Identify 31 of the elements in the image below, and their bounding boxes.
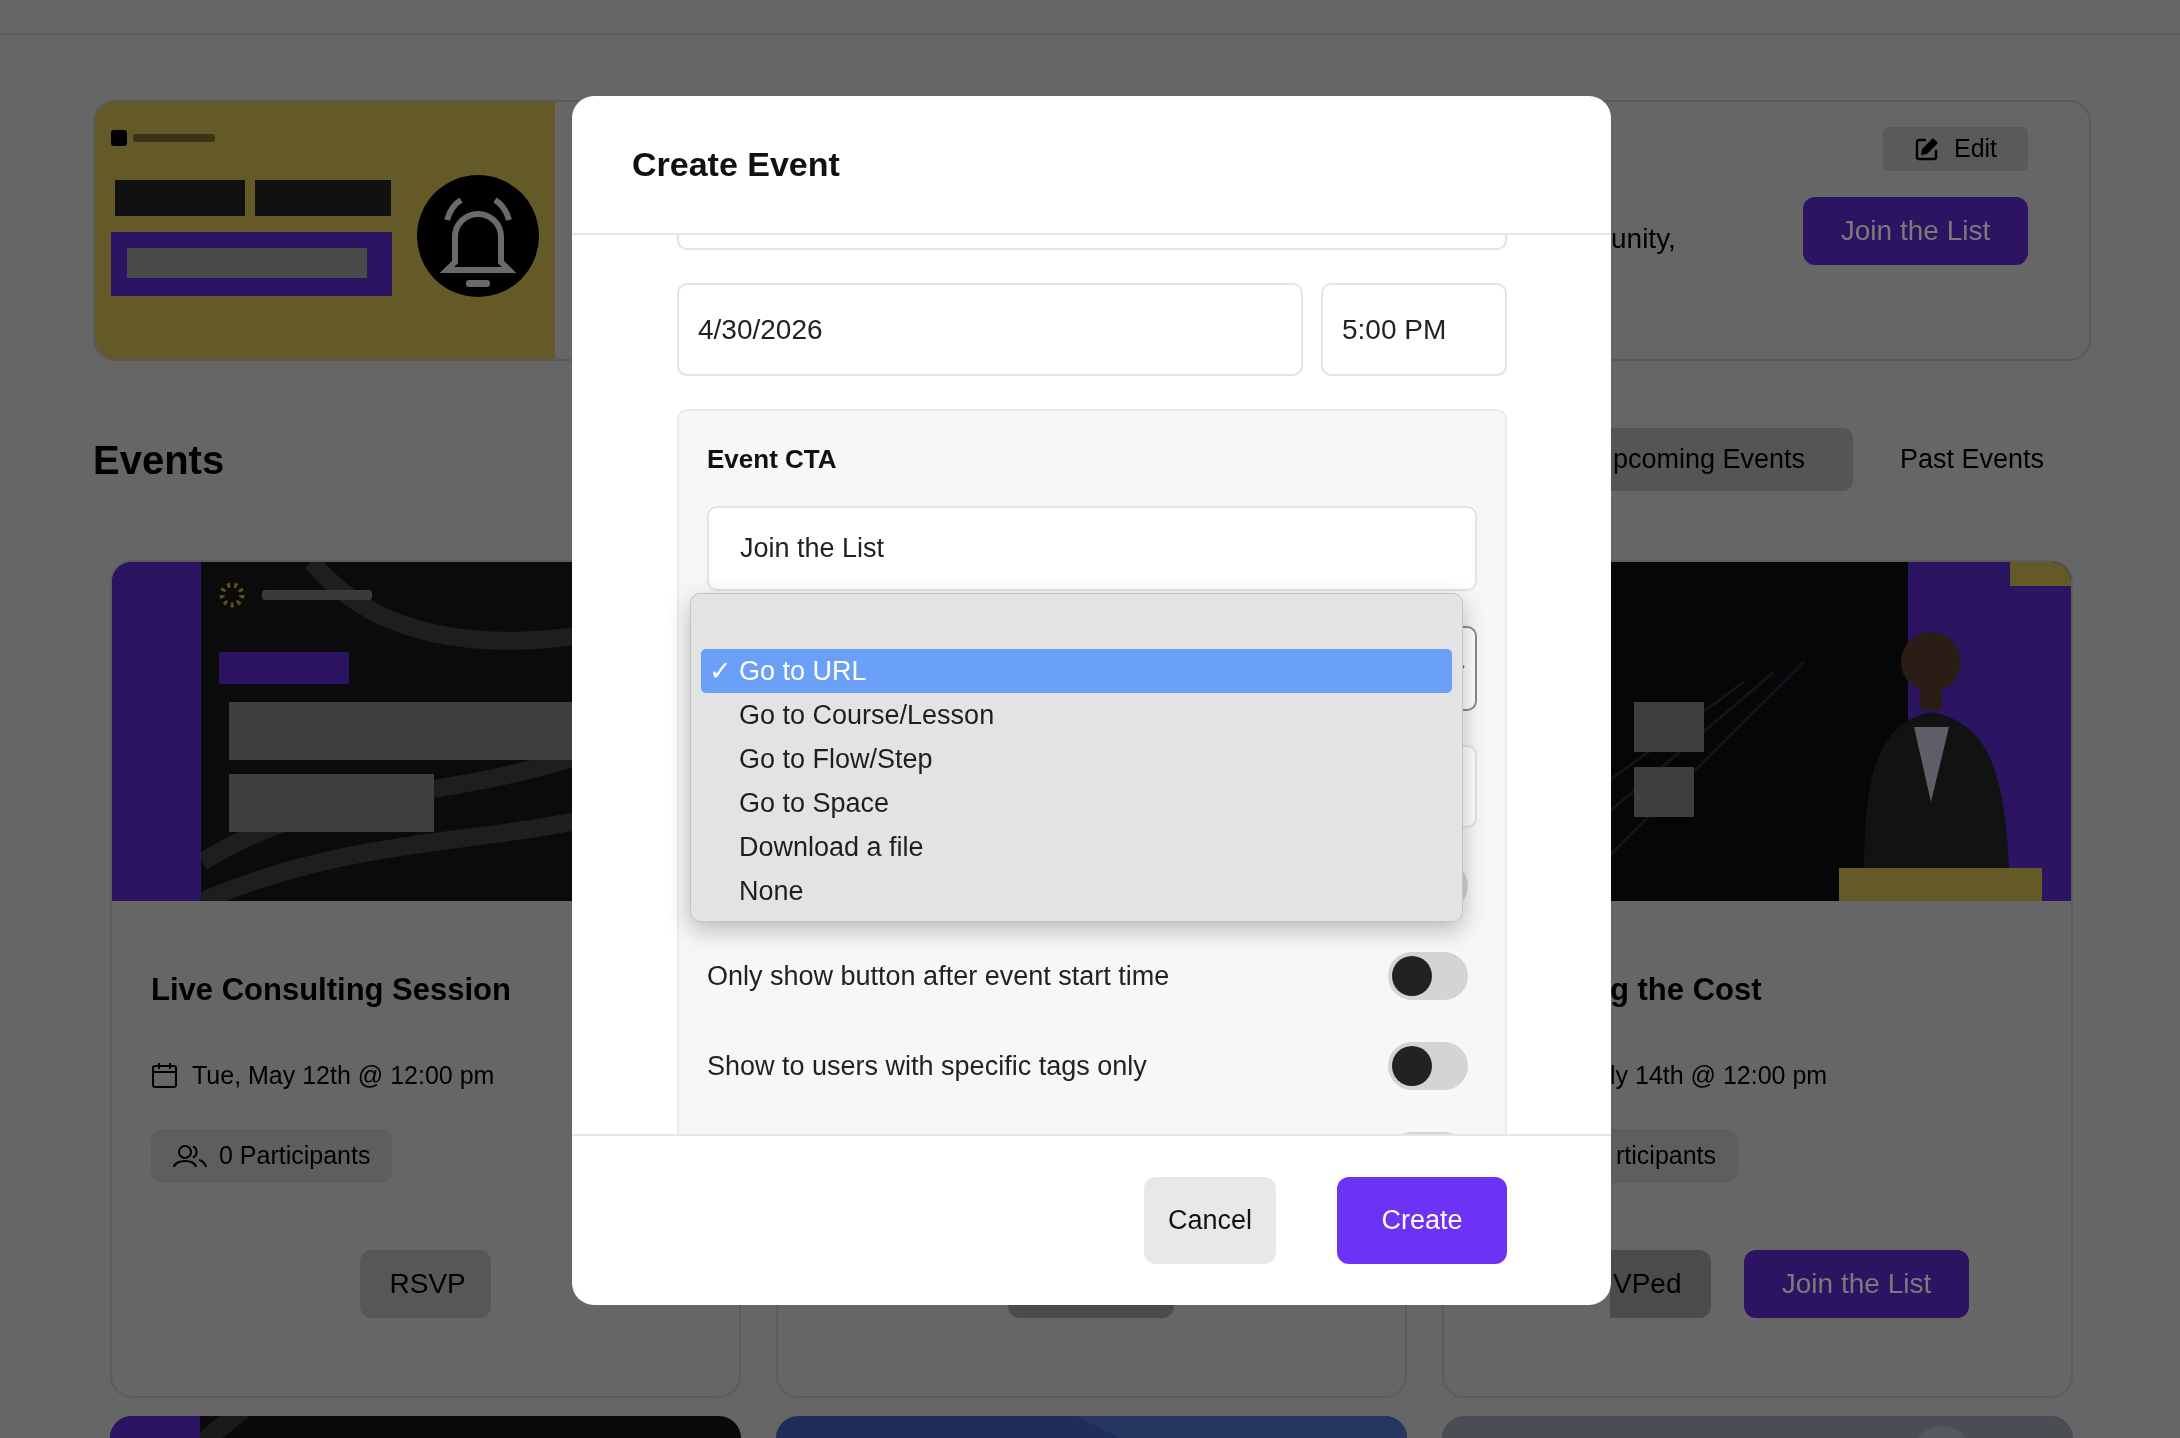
section-heading: Events xyxy=(93,436,225,484)
menu-item[interactable]: Go to Course/Lesson xyxy=(701,693,1452,737)
toggle-label: Show to users with specific tags only xyxy=(707,1049,1147,1083)
calendar-icon xyxy=(151,1061,178,1089)
people-icon xyxy=(173,1144,207,1168)
button-text-field[interactable]: Join the List xyxy=(707,506,1477,591)
menu-item[interactable]: Go to Space xyxy=(701,781,1452,825)
menu-item[interactable]: Go to Flow/Step xyxy=(701,737,1452,781)
panel-heading: Event CTA xyxy=(707,443,838,476)
toggle-switch[interactable] xyxy=(1388,1042,1468,1090)
create-button[interactable]: Create xyxy=(1337,1177,1507,1264)
event-title: Live Consulting Session xyxy=(151,971,511,1009)
input-field[interactable] xyxy=(677,235,1507,250)
edit-icon xyxy=(1913,136,1940,162)
event-date: Tue, May 12th @ 12:00 pm xyxy=(192,1060,495,1091)
date-field[interactable]: 4/30/2026 xyxy=(677,283,1303,376)
tab[interactable]: Past Events xyxy=(1853,428,2091,491)
toggle-switch[interactable] xyxy=(1388,952,1468,1000)
menu-item[interactable]: None xyxy=(701,869,1452,913)
join-list-button[interactable]: Join the List xyxy=(1744,1250,1969,1318)
participants-badge: 0 Participants xyxy=(151,1129,393,1183)
cancel-button[interactable]: Cancel xyxy=(1144,1177,1276,1264)
banner-description: unity, xyxy=(1611,221,1676,256)
join-list-button[interactable]: Join the List xyxy=(1803,197,2028,265)
event-date: ly 14th @ 12:00 pm xyxy=(1610,1060,1828,1091)
time-field[interactable]: 5:00 PM xyxy=(1321,283,1507,376)
event-title: g the Cost xyxy=(1610,971,1762,1009)
modal-title: Create Event xyxy=(632,144,840,185)
menu-item[interactable]: Download a file xyxy=(701,825,1452,869)
toggle-label: Only show button after event start time xyxy=(707,959,1170,993)
participants-badge: rticipants xyxy=(1610,1129,1739,1183)
